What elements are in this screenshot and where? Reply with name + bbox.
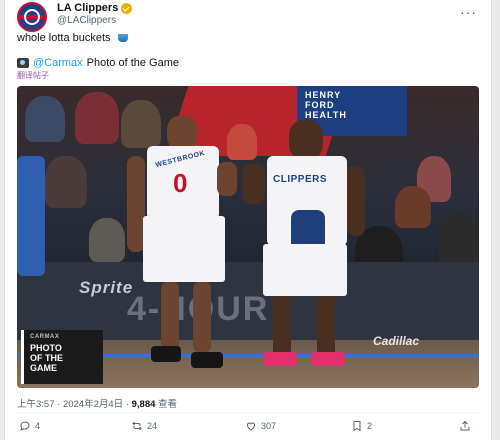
photo-player-leg <box>317 296 335 356</box>
photo-player-leg <box>193 282 211 352</box>
author-name-row: LA Clippers <box>57 2 133 14</box>
sponsor-mention-link[interactable]: @Carmax <box>33 57 83 69</box>
photo-player-shoe <box>263 352 297 366</box>
photo-floor-text: Cadillac <box>373 334 420 348</box>
photo-fan <box>45 156 87 208</box>
tweet-meta: 上午3:57 · 2024年2月4日 · 9,884 查看 <box>17 396 177 410</box>
overlay-title: PHOTO OF THE GAME <box>30 343 63 373</box>
photo-fan <box>25 96 65 142</box>
photo-player-arm <box>217 162 237 196</box>
photo-player-jersey: WESTBROOK 0 <box>147 146 219 220</box>
tweet-time[interactable]: 上午3:57 <box>17 399 55 410</box>
retweet-count: 24 <box>147 421 158 431</box>
photo-player-arm <box>243 164 265 204</box>
photo-player-jersey <box>17 156 45 276</box>
overlay-brand: CARMAX <box>30 334 60 340</box>
photo-player-shoe <box>151 346 181 362</box>
tweet-card: LA Clippers @LAClippers ··· whole lotta … <box>4 0 492 440</box>
photo-player-arm <box>347 166 365 236</box>
reply-button[interactable]: 4 <box>19 420 40 432</box>
photo-jersey-team: CLIPPERS <box>273 174 328 185</box>
like-button[interactable]: 307 <box>245 420 276 432</box>
photo-sign-text: HENRY FORD HEALTH <box>305 90 347 120</box>
verified-badge-icon <box>121 2 133 14</box>
author-block[interactable]: LA Clippers @LAClippers <box>57 2 133 26</box>
tweet-date[interactable]: 2024年2月4日 <box>63 399 123 410</box>
photo-of-the-game-overlay: CARMAX PHOTO OF THE GAME <box>21 330 103 384</box>
share-icon <box>460 420 470 431</box>
avatar-logo-ring <box>24 9 40 25</box>
tweet-text-body: whole lotta buckets <box>17 32 111 44</box>
sponsor-line: @Carmax Photo of the Game <box>17 57 179 69</box>
bookmark-icon <box>353 421 361 432</box>
views-label: 查看 <box>158 399 178 410</box>
photo-player-leg <box>161 282 179 352</box>
photo-player-head <box>289 120 323 160</box>
photo-player-leg <box>273 296 291 356</box>
tweet-photo[interactable]: HENRY FORD HEALTH Sprite 4-HOUR <box>17 86 479 388</box>
photo-player-shorts <box>143 216 225 282</box>
tweet-text: whole lotta buckets <box>17 32 128 44</box>
tweet-header: LA Clippers @LAClippers ··· <box>17 2 479 32</box>
retweet-icon <box>132 421 142 431</box>
divider <box>17 412 479 413</box>
views-count: 9,884 <box>131 399 156 410</box>
photo-player-left-edge <box>17 146 47 346</box>
translate-post-link[interactable]: 翻译帖子 <box>17 70 49 81</box>
photo-player-head <box>167 116 197 150</box>
photo-player-westbrook: WESTBROOK 0 <box>121 116 241 376</box>
photo-fan <box>75 92 119 144</box>
photo-jersey-name: WESTBROOK <box>154 149 206 170</box>
photo-player-shorts <box>263 244 347 296</box>
like-count: 307 <box>261 421 277 431</box>
retweet-button[interactable]: 24 <box>131 420 157 432</box>
author-handle: @LAClippers <box>57 15 117 26</box>
author-name: LA Clippers <box>57 2 119 14</box>
photo-jersey-number: 0 <box>173 168 188 198</box>
avatar[interactable] <box>17 2 47 32</box>
camera-icon <box>17 58 29 68</box>
photo-fan <box>395 186 431 228</box>
photo-fan <box>89 218 125 262</box>
reply-icon <box>20 421 30 431</box>
reply-count: 4 <box>35 421 41 431</box>
tweet-actions: 4 24 307 2 <box>19 420 477 436</box>
heart-icon <box>246 422 256 431</box>
sponsor-text: Photo of the Game <box>86 57 180 69</box>
bucket-icon <box>117 34 128 42</box>
bookmark-count: 2 <box>367 421 373 431</box>
more-options-icon[interactable]: ··· <box>460 4 477 20</box>
share-button[interactable] <box>459 420 471 432</box>
bookmark-button[interactable]: 2 <box>351 420 372 432</box>
photo-player-shoe <box>191 352 223 368</box>
photo-player-shoe <box>311 352 345 366</box>
photo-player-harden: CLIPPERS <box>243 120 367 372</box>
